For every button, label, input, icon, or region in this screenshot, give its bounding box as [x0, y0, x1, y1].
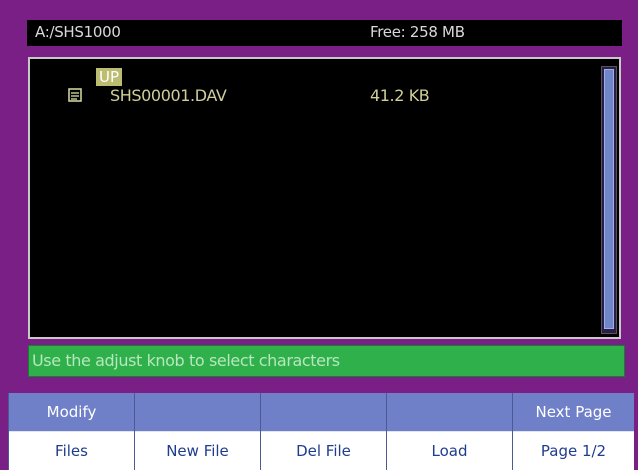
status-message: Use the adjust knob to select characters	[28, 345, 625, 377]
softkey-3-title	[261, 393, 386, 431]
softkey-2[interactable]: New File	[134, 393, 260, 470]
file-browser[interactable]: UP SHS00001.DAV 41.2 KB	[28, 57, 621, 339]
softkey-3[interactable]: Del File	[260, 393, 386, 470]
instrument-screen: A:/SHS1000 Free: 258 MB UP SHS00001.DAV …	[0, 0, 638, 470]
softkey-5-title: Next Page	[513, 393, 634, 431]
file-icon	[68, 88, 82, 102]
current-path: A:/SHS1000	[35, 23, 121, 41]
file-scrollbar[interactable]	[601, 66, 617, 334]
softkey-1-label: Files	[9, 431, 134, 470]
softkey-1[interactable]: Modify Files	[8, 393, 134, 470]
softkey-2-title	[135, 393, 260, 431]
softkey-5-label: Page 1/2	[513, 431, 634, 470]
scrollbar-thumb[interactable]	[604, 69, 614, 329]
free-space: Free: 258 MB	[370, 23, 465, 41]
softkey-4[interactable]: Load	[386, 393, 512, 470]
softkey-bar: Modify Files New File Del File Load Next…	[8, 393, 638, 470]
up-directory-item[interactable]: UP	[96, 68, 123, 86]
softkey-4-label: Load	[387, 431, 512, 470]
file-name[interactable]: SHS00001.DAV	[110, 86, 227, 105]
softkey-5[interactable]: Next Page Page 1/2	[512, 393, 634, 470]
path-bar: A:/SHS1000 Free: 258 MB	[27, 20, 622, 46]
softkey-4-title	[387, 393, 512, 431]
softkey-3-label: Del File	[261, 431, 386, 470]
file-size: 41.2 KB	[370, 86, 430, 105]
softkey-2-label: New File	[135, 431, 260, 470]
softkey-1-title: Modify	[9, 393, 134, 431]
